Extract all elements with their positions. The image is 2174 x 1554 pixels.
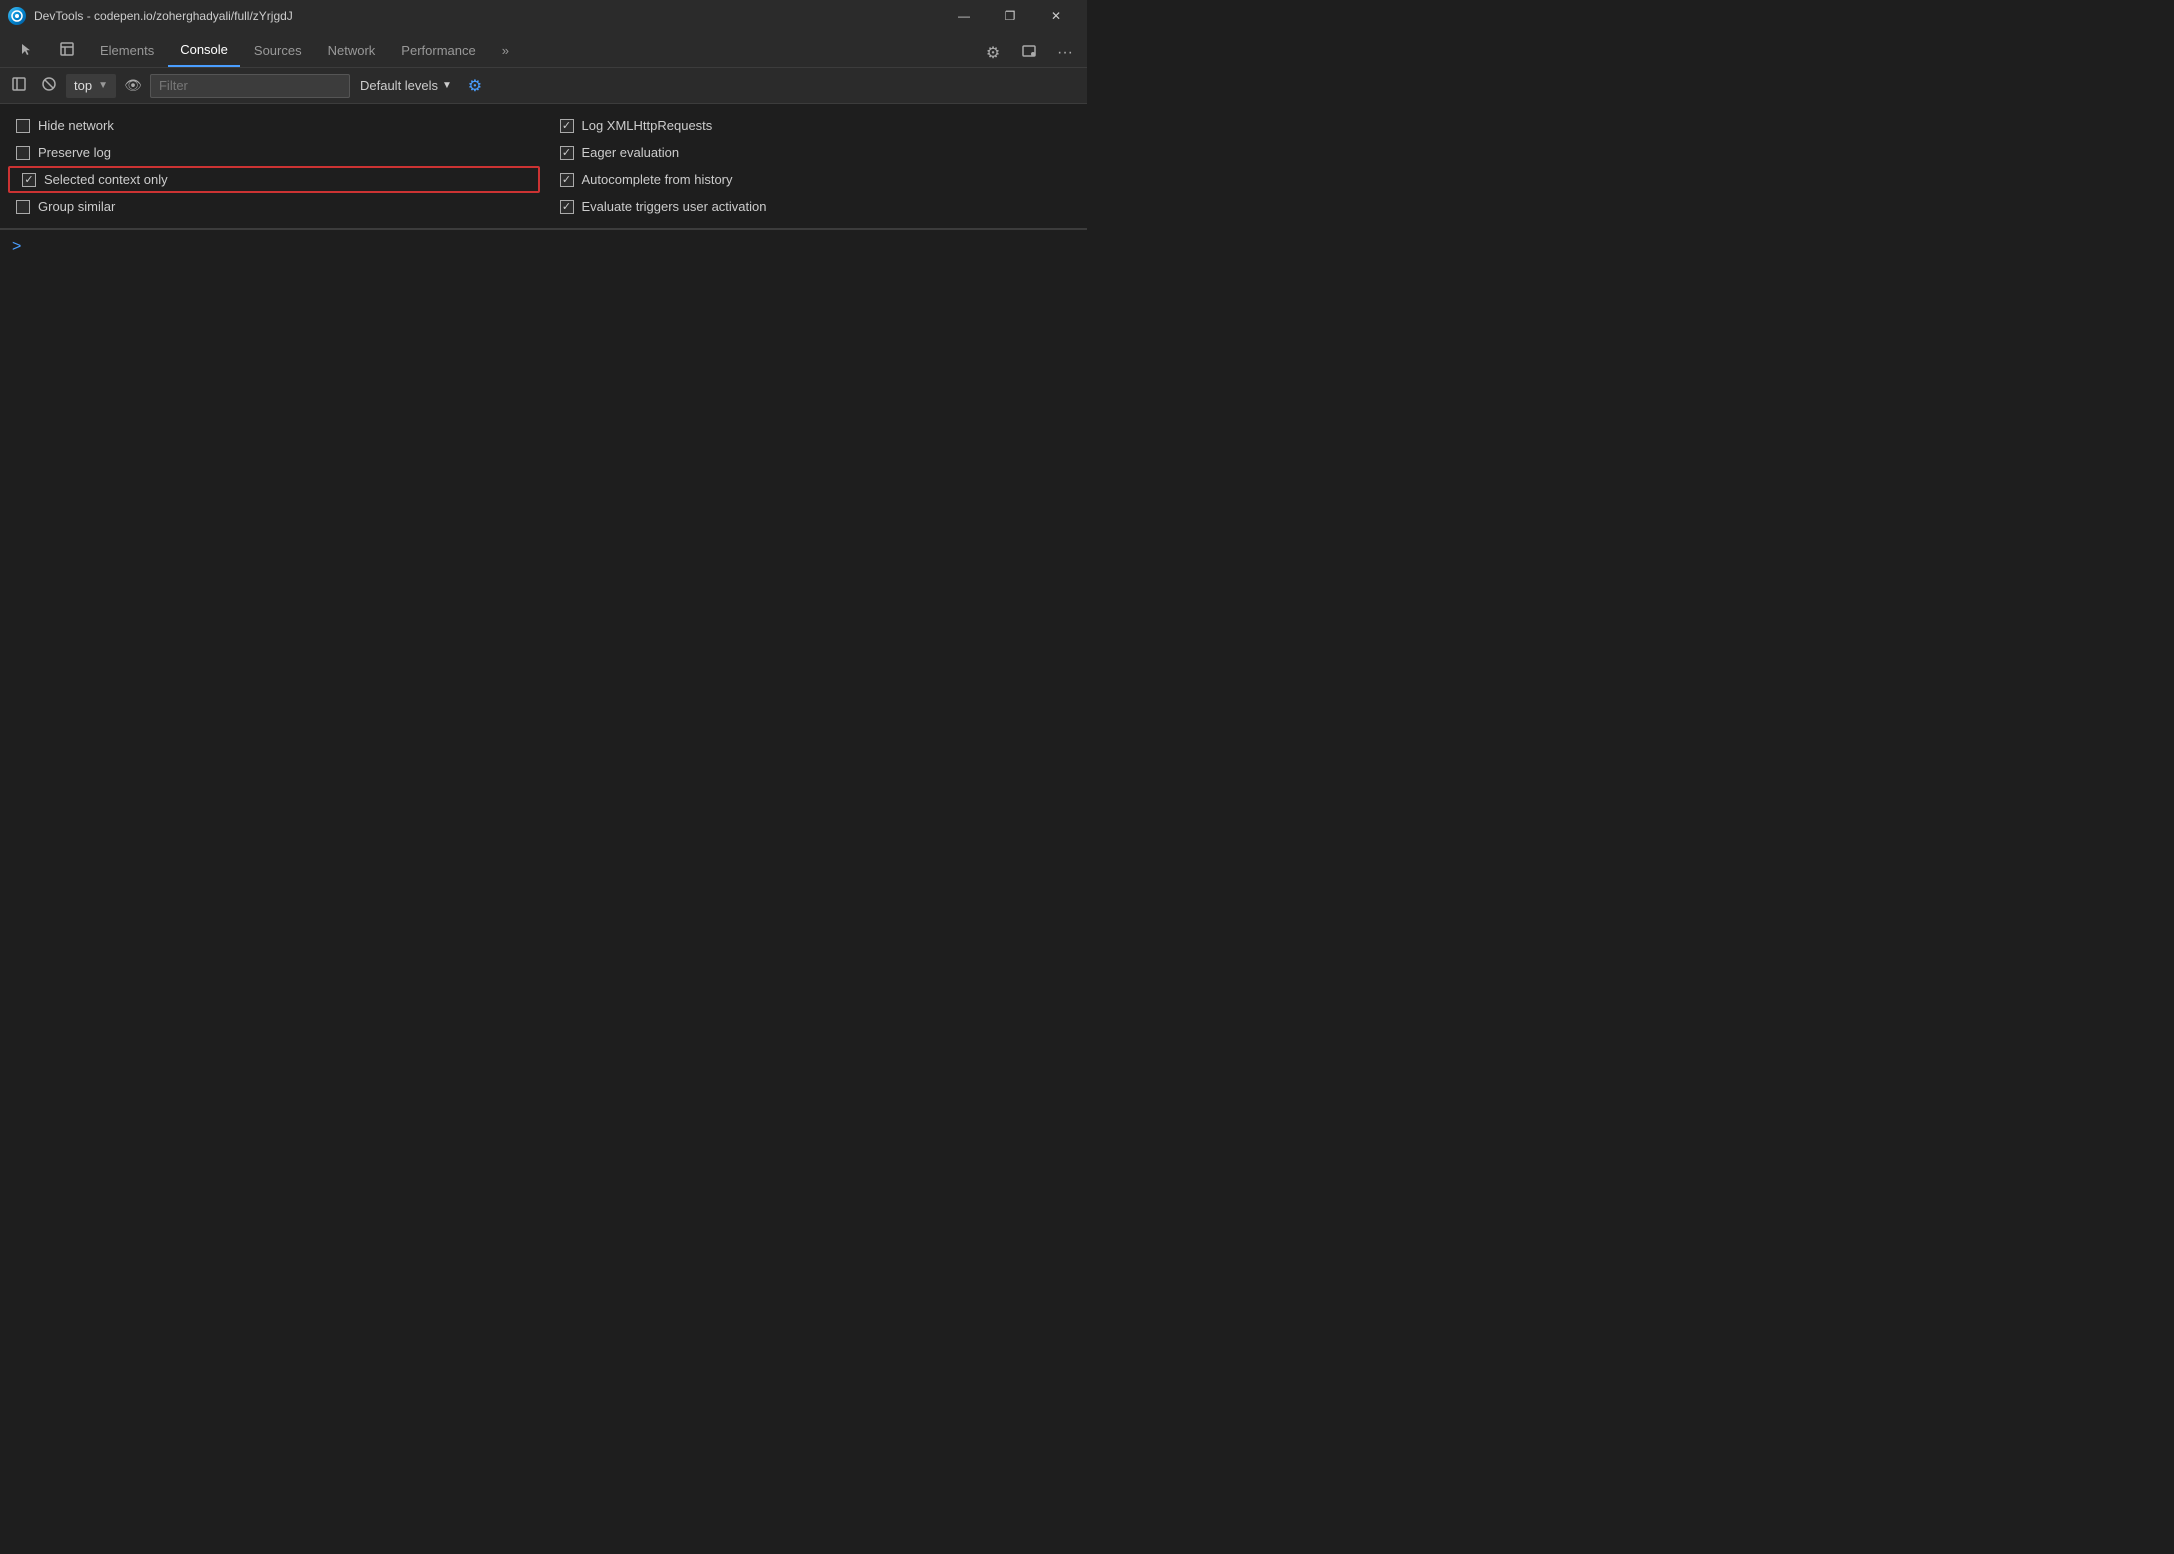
console-prompt[interactable]: > xyxy=(12,238,1075,256)
tab-elements[interactable]: Elements xyxy=(88,33,166,67)
dock-icon xyxy=(1022,44,1036,63)
tab-bar: Elements Console Sources Network Perform… xyxy=(0,32,1087,68)
tab-console[interactable]: Console xyxy=(168,33,240,67)
option-eager-eval[interactable]: Eager evaluation xyxy=(544,139,1088,166)
tab-network[interactable]: Network xyxy=(316,33,388,67)
selected-context-checkbox[interactable] xyxy=(22,173,36,187)
options-grid: Hide network Log XMLHttpRequests Preserv… xyxy=(0,112,1087,220)
filter-input[interactable] xyxy=(150,74,350,98)
hide-network-checkbox[interactable] xyxy=(16,119,30,133)
clear-icon xyxy=(42,77,56,94)
console-settings-button[interactable]: ⚙ xyxy=(462,73,488,99)
selected-context-label: Selected context only xyxy=(44,172,168,187)
dock-button[interactable] xyxy=(1015,39,1043,67)
group-similar-label: Group similar xyxy=(38,199,115,214)
preserve-log-label: Preserve log xyxy=(38,145,111,160)
clear-console-button[interactable] xyxy=(36,73,62,99)
context-arrow-icon: ▼ xyxy=(98,80,108,91)
option-eval-triggers[interactable]: Evaluate triggers user activation xyxy=(544,193,1088,220)
option-hide-network[interactable]: Hide network xyxy=(0,112,544,139)
option-autocomplete[interactable]: Autocomplete from history xyxy=(544,166,1088,193)
option-preserve-log[interactable]: Preserve log xyxy=(0,139,544,166)
eye-button[interactable]: 👁 xyxy=(120,73,146,99)
prompt-chevron-icon: > xyxy=(12,238,21,256)
tab-performance[interactable]: Performance xyxy=(389,33,487,67)
context-selector[interactable]: top ▼ xyxy=(66,74,116,98)
tab-inspector[interactable] xyxy=(48,33,86,67)
eval-triggers-label: Evaluate triggers user activation xyxy=(582,199,767,214)
levels-label: Default levels xyxy=(360,78,438,93)
group-similar-checkbox[interactable] xyxy=(16,200,30,214)
autocomplete-label: Autocomplete from history xyxy=(582,172,733,187)
eye-icon: 👁 xyxy=(124,77,142,94)
tab-elements-label: Elements xyxy=(100,43,154,58)
title-bar: DevTools - codepen.io/zoherghadyali/full… xyxy=(0,0,1087,32)
title-bar-controls: — ❐ ✕ xyxy=(941,0,1079,32)
tab-sources[interactable]: Sources xyxy=(242,33,314,67)
preserve-log-checkbox[interactable] xyxy=(16,146,30,160)
eval-triggers-checkbox[interactable] xyxy=(560,200,574,214)
log-xhr-label: Log XMLHttpRequests xyxy=(582,118,713,133)
sidebar-toggle-button[interactable] xyxy=(6,73,32,99)
eager-eval-checkbox[interactable] xyxy=(560,146,574,160)
gear-icon: ⚙ xyxy=(986,43,1000,63)
options-panel: Hide network Log XMLHttpRequests Preserv… xyxy=(0,104,1087,229)
tab-network-label: Network xyxy=(328,43,376,58)
eager-eval-label: Eager evaluation xyxy=(582,145,680,160)
option-selected-context[interactable]: Selected context only xyxy=(8,166,540,193)
more-tabs-icon: » xyxy=(502,43,509,58)
levels-arrow-icon: ▼ xyxy=(442,80,452,91)
autocomplete-checkbox[interactable] xyxy=(560,173,574,187)
cursor-icon xyxy=(20,42,34,59)
console-gear-icon: ⚙ xyxy=(468,76,482,96)
console-toolbar: top ▼ 👁 Default levels ▼ ⚙ xyxy=(0,68,1087,104)
inspector-icon xyxy=(60,42,74,59)
close-button[interactable]: ✕ xyxy=(1033,0,1079,32)
maximize-button[interactable]: ❐ xyxy=(987,0,1033,32)
option-log-xhr[interactable]: Log XMLHttpRequests xyxy=(544,112,1088,139)
tab-console-label: Console xyxy=(180,42,228,57)
tab-more[interactable]: » xyxy=(490,33,521,67)
sidebar-toggle-icon xyxy=(12,77,26,94)
ellipsis-icon: ··· xyxy=(1057,44,1073,62)
tab-cursor[interactable] xyxy=(8,33,46,67)
title-bar-text: DevTools - codepen.io/zoherghadyali/full… xyxy=(34,9,933,23)
app-icon xyxy=(8,7,26,25)
console-area[interactable]: > xyxy=(0,230,1087,630)
minimize-button[interactable]: — xyxy=(941,0,987,32)
tab-performance-label: Performance xyxy=(401,43,475,58)
log-xhr-checkbox[interactable] xyxy=(560,119,574,133)
context-value: top xyxy=(74,78,92,93)
default-levels-button[interactable]: Default levels ▼ xyxy=(354,78,458,93)
more-options-button[interactable]: ··· xyxy=(1051,39,1079,67)
option-group-similar[interactable]: Group similar xyxy=(0,193,544,220)
hide-network-label: Hide network xyxy=(38,118,114,133)
settings-button[interactable]: ⚙ xyxy=(979,39,1007,67)
tab-bar-right: ⚙ ··· xyxy=(979,39,1079,67)
tab-sources-label: Sources xyxy=(254,43,302,58)
